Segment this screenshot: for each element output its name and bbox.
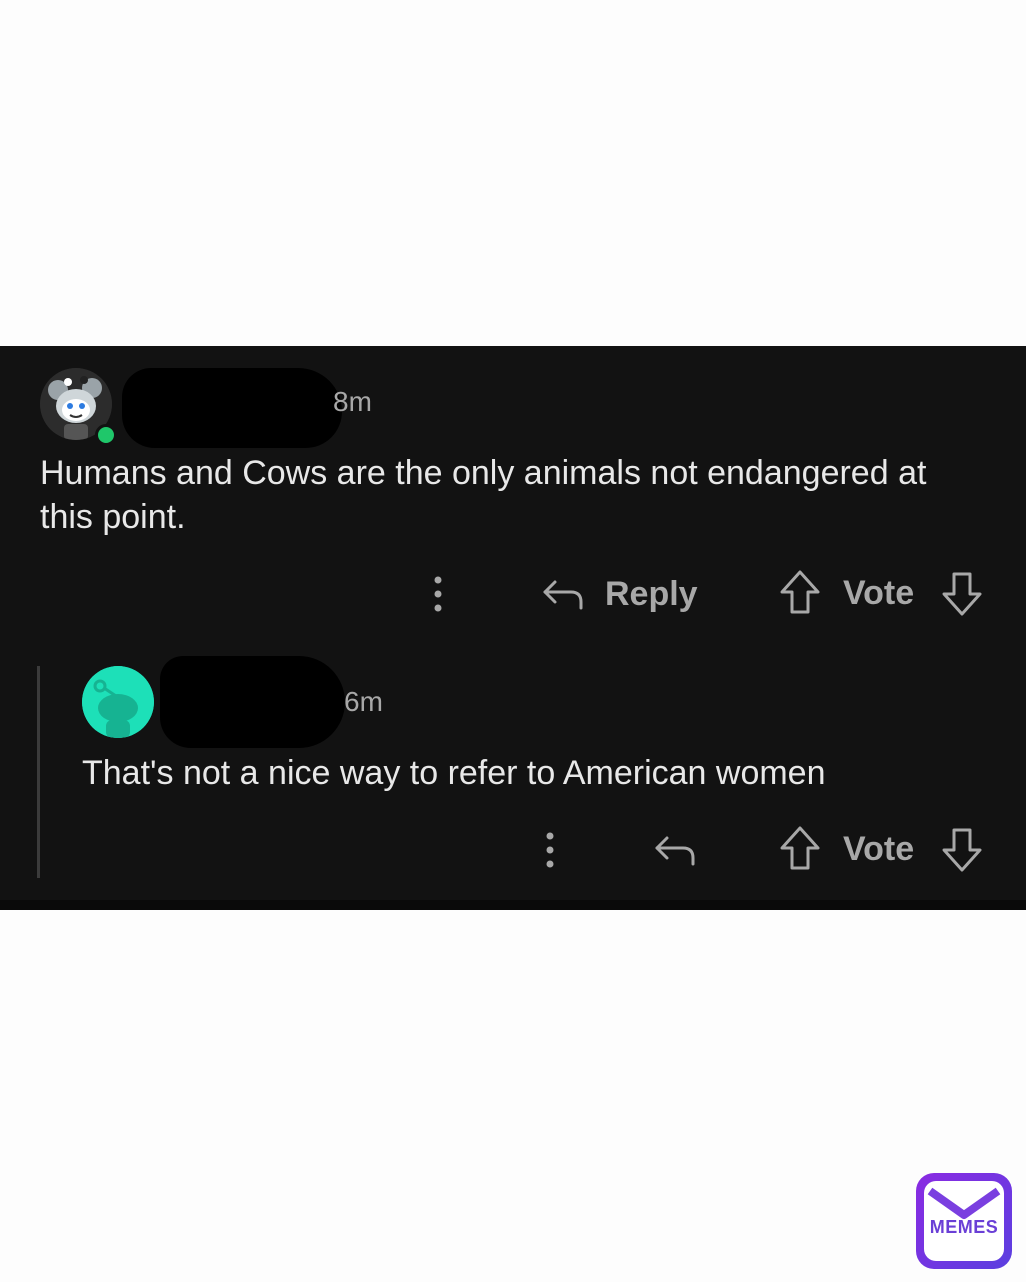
online-status-dot — [95, 424, 117, 446]
reply-label: Reply — [605, 574, 698, 613]
comment-1: 8m Humans and Cows are the only animals … — [0, 346, 1026, 636]
downvote-arrow-icon — [942, 572, 982, 616]
upvote-button[interactable] — [778, 824, 822, 874]
user-avatar[interactable] — [82, 666, 154, 738]
reply-arrow-icon — [543, 580, 583, 610]
snoo-avatar-icon — [82, 666, 154, 738]
downvote-arrow-icon — [942, 828, 982, 872]
comment-actions: Vote — [0, 820, 1026, 880]
watermark-text: MEMES — [929, 1217, 999, 1237]
downvote-button[interactable] — [940, 824, 984, 874]
comment-timestamp: 6m — [344, 686, 383, 717]
vote-label: Vote — [843, 574, 915, 612]
more-options-icon[interactable] — [540, 828, 560, 872]
comment-timestamp: 8m — [333, 386, 372, 417]
reply-button[interactable] — [653, 825, 697, 875]
reply-button[interactable]: Reply — [541, 569, 698, 619]
upvote-arrow-icon — [780, 570, 820, 614]
reply-arrow-icon — [655, 836, 695, 866]
comment-body: That's not a nice way to refer to Americ… — [82, 754, 826, 792]
more-options-icon[interactable] — [428, 572, 448, 616]
redacted-username — [122, 368, 342, 448]
vote-label: Vote — [843, 830, 915, 868]
upvote-button[interactable] — [778, 568, 822, 618]
upvote-arrow-icon — [780, 826, 820, 870]
comment-body: Humans and Cows are the only animals not… — [40, 454, 927, 536]
screenshot-panel: 8m Humans and Cows are the only animals … — [0, 346, 1026, 910]
comment-actions: Reply Vote — [0, 564, 1026, 624]
memes-watermark-logo: MEMES — [916, 1173, 1012, 1269]
redacted-username — [160, 656, 345, 748]
downvote-button[interactable] — [940, 568, 984, 618]
panel-bottom-edge — [0, 900, 1026, 910]
